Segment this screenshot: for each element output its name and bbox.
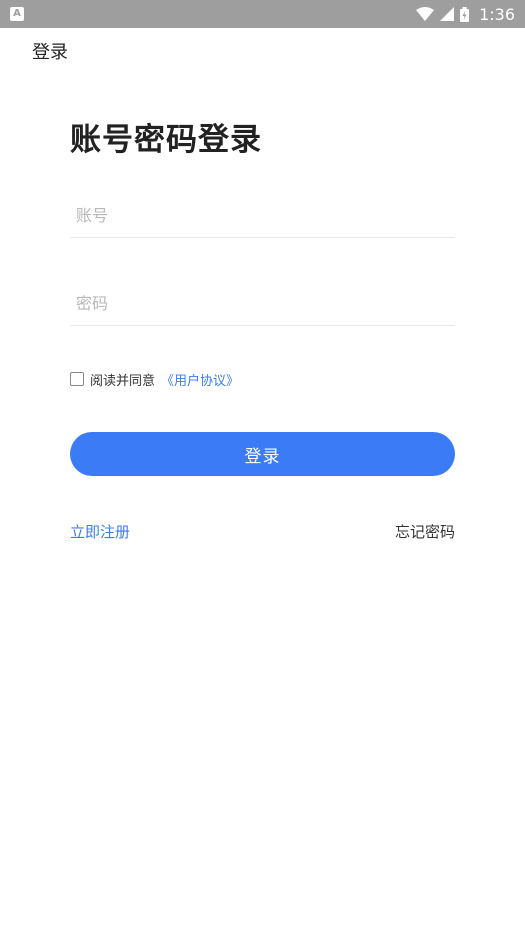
status-time: 1:36 xyxy=(479,4,515,24)
register-link[interactable]: 立即注册 xyxy=(70,521,130,542)
login-screen: A 1:36 登录 账号密码登录 阅读并同意 《用户协议》 xyxy=(0,0,525,937)
password-input[interactable] xyxy=(70,282,455,325)
account-field-container xyxy=(70,194,455,238)
wifi-icon xyxy=(416,7,435,21)
app-bar: 登录 xyxy=(0,28,525,72)
cell-signal-icon xyxy=(440,7,455,21)
page-title: 账号密码登录 xyxy=(70,122,262,158)
user-agreement-link[interactable]: 《用户协议》 xyxy=(161,370,239,389)
agreement-row: 阅读并同意 《用户协议》 xyxy=(70,369,239,389)
status-bar: A 1:36 xyxy=(0,0,525,28)
account-input[interactable] xyxy=(70,194,455,237)
status-bar-right: 1:36 xyxy=(416,5,515,24)
app-bar-title: 登录 xyxy=(32,42,68,63)
notification-app-icon: A xyxy=(10,7,24,21)
login-button[interactable]: 登录 xyxy=(70,432,455,476)
password-field-container xyxy=(70,282,455,326)
status-bar-left: A xyxy=(10,7,24,21)
forgot-password-link[interactable]: 忘记密码 xyxy=(395,521,455,542)
battery-icon xyxy=(460,6,470,22)
agree-label: 阅读并同意 xyxy=(90,373,156,389)
agree-checkbox[interactable] xyxy=(70,372,84,386)
